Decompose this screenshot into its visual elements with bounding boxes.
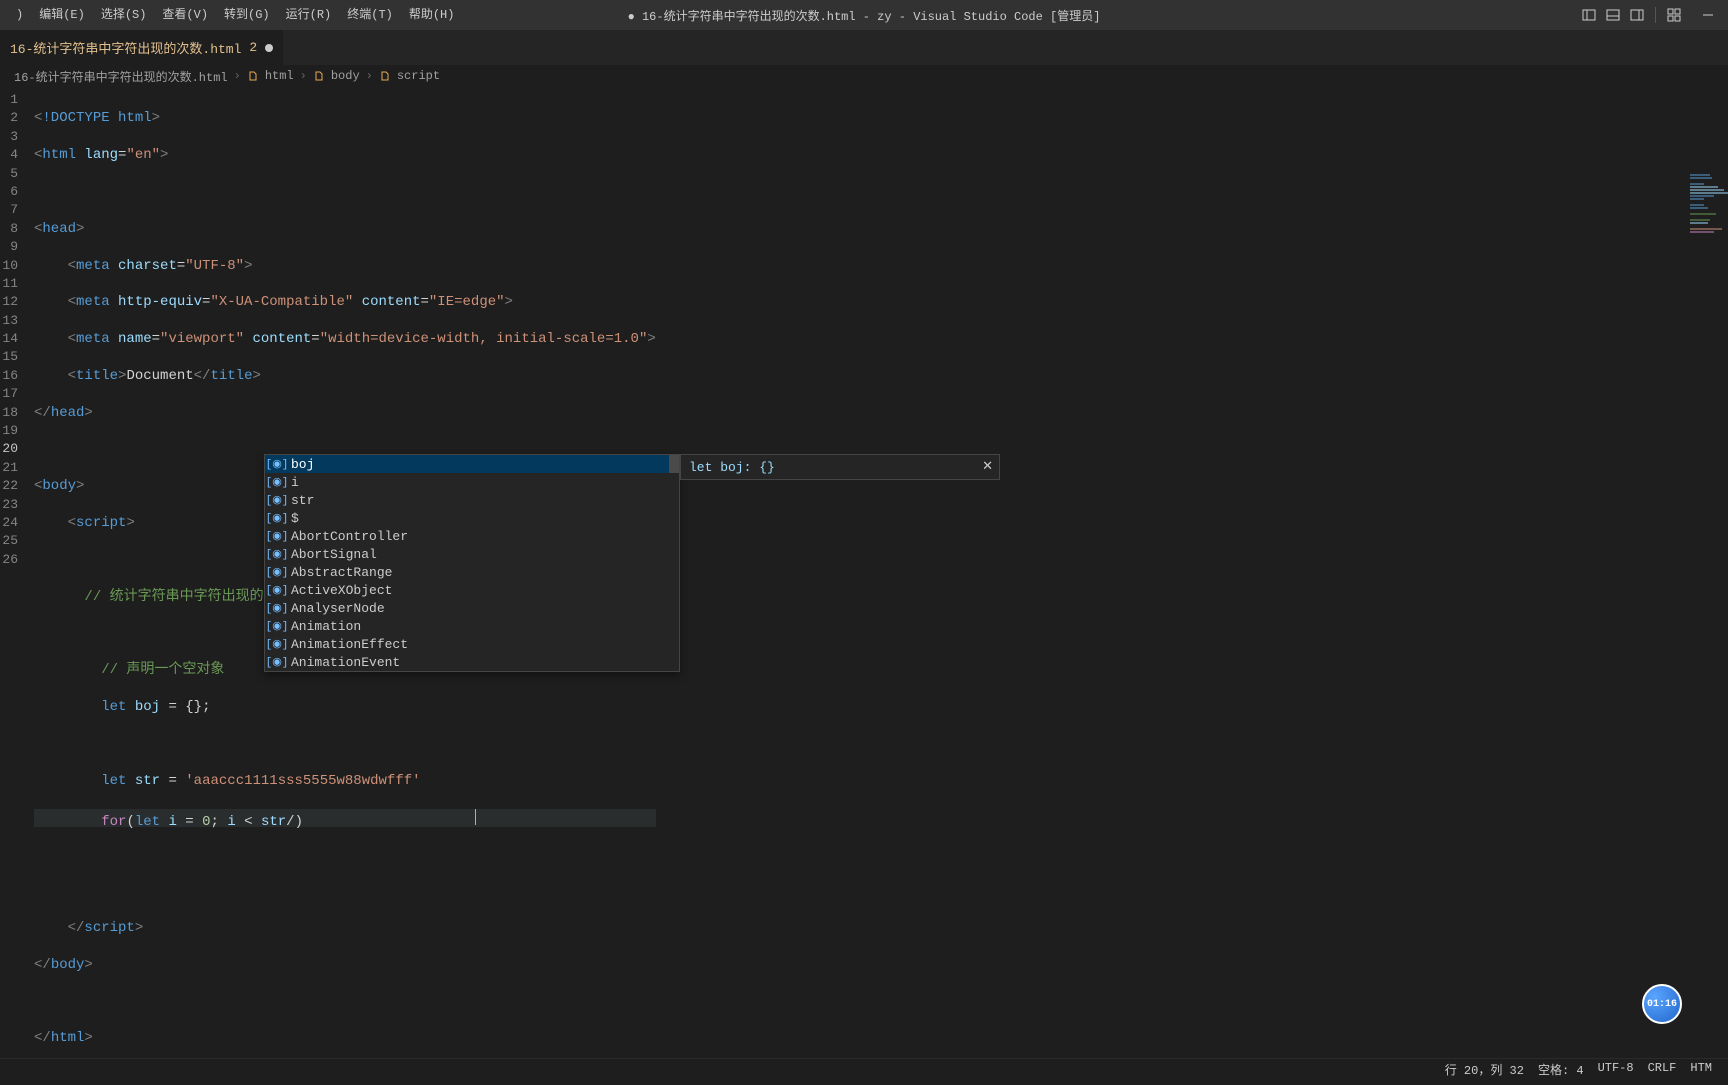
suggest-detail: let boj: {} ✕ [680, 454, 1000, 480]
panel-left-icon[interactable] [1581, 7, 1597, 23]
suggest-scrollbar[interactable] [669, 455, 679, 473]
title-bar: ) 编辑(E) 选择(S) 查看(V) 转到(G) 运行(R) 终端(T) 帮助… [0, 0, 1728, 30]
status-encoding[interactable]: UTF-8 [1598, 1061, 1634, 1078]
breadcrumb-html[interactable]: html [265, 69, 294, 83]
close-icon[interactable]: ✕ [982, 459, 993, 474]
menu-item-select[interactable]: 选择(S) [93, 0, 155, 30]
variable-icon: [◉] [269, 600, 285, 616]
menu-item-goto[interactable]: 转到(G) [216, 0, 278, 30]
tab-modified-count: 2 [249, 40, 257, 55]
suggest-item-abortcontroller[interactable]: [◉]AbortController [265, 527, 679, 545]
panel-right-icon[interactable] [1629, 7, 1645, 23]
variable-icon: [◉] [269, 492, 285, 508]
status-eol[interactable]: CRLF [1648, 1061, 1677, 1078]
tab-active[interactable]: 16-统计字符串中字符出现的次数.html 2 [0, 30, 284, 65]
minimize-icon[interactable] [1700, 7, 1716, 23]
text-caret-icon [471, 809, 479, 825]
minimap[interactable] [1690, 174, 1728, 254]
variable-icon: [◉] [269, 654, 285, 670]
window-title: ● 16-统计字符串中字符出现的次数.html - zy - Visual St… [628, 7, 1101, 24]
divider [1655, 7, 1656, 23]
line-gutter: 1 2 3 4 5 6 7 8 9 10 11 12 13 14 15 16 1… [0, 87, 20, 569]
layout-customize-icon[interactable] [1666, 7, 1682, 23]
menu-item-help[interactable]: 帮助(H) [401, 0, 463, 30]
status-bar: 行 20，列 32 空格: 4 UTF-8 CRLF HTM [0, 1058, 1728, 1080]
symbol-icon [247, 69, 261, 83]
variable-icon: [◉] [269, 636, 285, 652]
menu-item-terminal[interactable]: 终端(T) [339, 0, 401, 30]
tab-label: 16-统计字符串中字符出现的次数.html [10, 38, 241, 57]
suggest-item-dollar[interactable]: [◉]$ [265, 509, 679, 527]
suggest-widget[interactable]: [◉]boj [◉]i [◉]str [◉]$ [◉]AbortControll… [264, 454, 680, 672]
breadcrumb-script[interactable]: script [397, 69, 440, 83]
status-spaces[interactable]: 空格: 4 [1538, 1061, 1584, 1078]
suggest-item-activexobject[interactable]: [◉]ActiveXObject [265, 581, 679, 599]
breadcrumb-file[interactable]: 16-统计字符串中字符出现的次数.html [14, 68, 228, 85]
variable-icon: [◉] [269, 474, 285, 490]
suggest-item-str[interactable]: [◉]str [265, 491, 679, 509]
variable-icon: [◉] [269, 510, 285, 526]
menu-item-view[interactable]: 查看(V) [154, 0, 216, 30]
status-line-col[interactable]: 行 20，列 32 [1445, 1061, 1524, 1078]
chevron-right-icon: › [366, 69, 373, 83]
timer-badge[interactable]: 01:16 [1642, 984, 1682, 1024]
unsaved-dot-icon[interactable] [265, 44, 273, 52]
suggest-item-boj[interactable]: [◉]boj [265, 455, 679, 473]
breadcrumb-body[interactable]: body [331, 69, 360, 83]
timer-value: 01:16 [1647, 999, 1677, 1010]
suggest-item-animation[interactable]: [◉]Animation [265, 617, 679, 635]
variable-icon: [◉] [269, 528, 285, 544]
variable-icon: [◉] [269, 618, 285, 634]
menu-item-partial[interactable]: ) [8, 0, 31, 30]
suggest-item-analysernode[interactable]: [◉]AnalyserNode [265, 599, 679, 617]
variable-icon: [◉] [269, 546, 285, 562]
suggest-item-abstractrange[interactable]: [◉]AbstractRange [265, 563, 679, 581]
variable-icon: [◉] [269, 456, 285, 472]
tab-bar: 16-统计字符串中字符出现的次数.html 2 [0, 30, 1728, 65]
suggest-detail-text: let boj: {} [689, 460, 775, 475]
menu-bar: ) 编辑(E) 选择(S) 查看(V) 转到(G) 运行(R) 终端(T) 帮助… [0, 0, 462, 30]
variable-icon: [◉] [269, 564, 285, 580]
symbol-icon [313, 69, 327, 83]
menu-item-edit[interactable]: 编辑(E) [31, 0, 93, 30]
editor[interactable]: 1 2 3 4 5 6 7 8 9 10 11 12 13 14 15 16 1… [0, 87, 1728, 1057]
chevron-right-icon: › [234, 69, 241, 83]
chevron-right-icon: › [300, 69, 307, 83]
menu-item-run[interactable]: 运行(R) [278, 0, 340, 30]
variable-icon: [◉] [269, 582, 285, 598]
suggest-item-abortsignal[interactable]: [◉]AbortSignal [265, 545, 679, 563]
suggest-item-animationeffect[interactable]: [◉]AnimationEffect [265, 635, 679, 653]
title-bar-right [1577, 7, 1728, 23]
suggest-item-i[interactable]: [◉]i [265, 473, 679, 491]
status-language[interactable]: HTM [1690, 1061, 1712, 1078]
suggest-item-animationevent[interactable]: [◉]AnimationEvent [265, 653, 679, 671]
symbol-icon [379, 69, 393, 83]
breadcrumb: 16-统计字符串中字符出现的次数.html › html › body › sc… [0, 65, 1728, 87]
panel-bottom-icon[interactable] [1605, 7, 1621, 23]
